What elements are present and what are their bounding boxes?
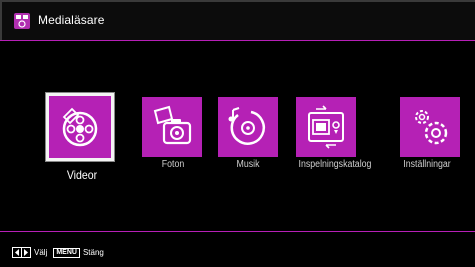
footer-hints: Välj MENU Stäng	[12, 247, 104, 258]
tile-foton-label: Foton	[161, 159, 185, 170]
tile-installningar-label: Inställningar	[403, 159, 451, 170]
settings-gears-icon	[415, 110, 448, 145]
header-divider	[0, 40, 475, 41]
tile-musik-label: Musik	[236, 159, 260, 170]
tile-videor-label: Videor	[66, 168, 98, 182]
right-arrow-icon	[21, 248, 30, 257]
title-bar: Medialäsare	[0, 0, 475, 40]
camera-photo-icon	[153, 105, 192, 145]
recording-library-icon	[308, 105, 344, 149]
tile-installningar[interactable]	[400, 97, 460, 157]
menu-key-badge: MENU	[53, 247, 80, 258]
media-browser-icon	[14, 13, 30, 29]
tile-inspelningskatalog[interactable]	[296, 97, 356, 157]
music-disc-icon	[228, 107, 266, 145]
page-title: Medialäsare	[38, 13, 105, 27]
left-arrow-icon	[13, 248, 21, 257]
tile-musik[interactable]	[218, 97, 278, 157]
left-right-keys	[12, 247, 31, 258]
footer-divider	[0, 231, 475, 232]
film-reel-icon	[62, 107, 98, 147]
select-hint-label: Välj	[34, 248, 48, 257]
close-hint-label: Stäng	[82, 248, 104, 257]
tile-inspelningskatalog-label: Inspelningskatalog	[298, 159, 372, 170]
tile-videor[interactable]	[46, 93, 114, 161]
tile-foton[interactable]	[142, 97, 202, 157]
